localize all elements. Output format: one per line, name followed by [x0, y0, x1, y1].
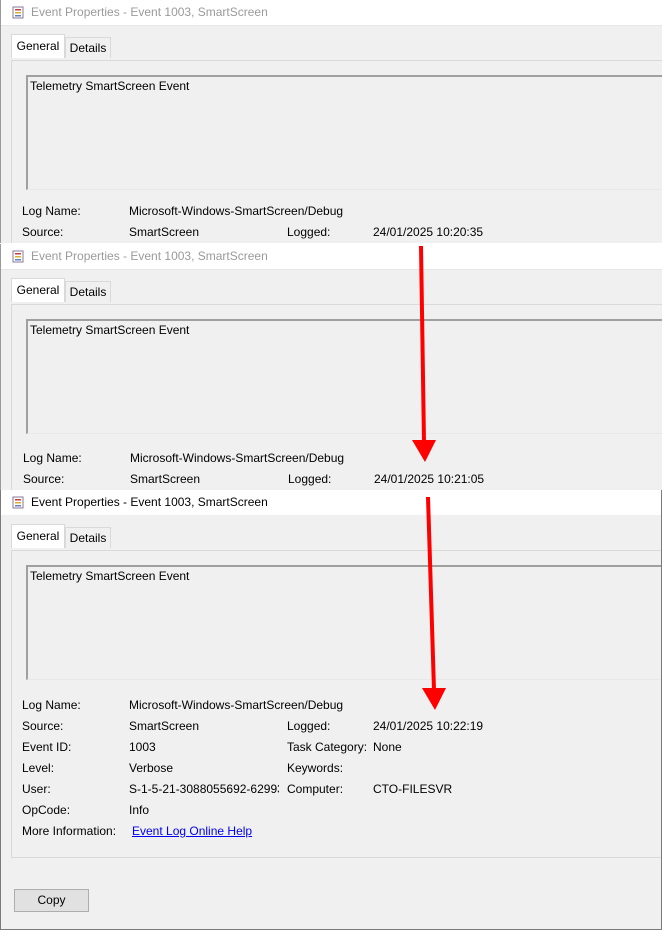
task-category-value: None [373, 740, 402, 754]
title-bar[interactable]: Event Properties - Event 1003, SmartScre… [1, 490, 661, 515]
event-viewer-icon [12, 6, 24, 19]
event-description-box[interactable]: Telemetry SmartScreen Event [26, 565, 661, 680]
log-name-label: Log Name: [23, 451, 82, 465]
source-value: SmartScreen [129, 225, 200, 239]
event-description: Telemetry SmartScreen Event [30, 79, 190, 93]
copy-button[interactable]: Copy [14, 889, 89, 912]
source-value: SmartScreen [130, 472, 201, 486]
log-name-value: Microsoft-Windows-SmartScreen/Debug [129, 698, 344, 712]
computer-value: CTO-FILESVR [373, 782, 453, 796]
event-properties-window-1: Event Properties - Event 1003, SmartScre… [0, 0, 662, 243]
event-id-label: Event ID: [22, 740, 72, 754]
window-title: Event Properties - Event 1003, SmartScre… [31, 5, 268, 19]
level-label: Level: [22, 761, 55, 775]
opcode-label: OpCode: [22, 803, 71, 817]
event-description: Telemetry SmartScreen Event [30, 569, 190, 583]
logged-label: Logged: [288, 472, 332, 486]
user-label: User: [22, 782, 51, 796]
user-value: S-1-5-21-3088055692-629932 [129, 782, 279, 796]
tab-details[interactable]: Details [65, 37, 111, 58]
keywords-label: Keywords: [287, 761, 344, 775]
log-name-value: Microsoft-Windows-SmartScreen/Debug [130, 451, 345, 465]
logged-label: Logged: [287, 719, 331, 733]
event-properties-window-3: Event Properties - Event 1003, SmartScre… [0, 490, 662, 930]
event-viewer-icon [12, 496, 24, 509]
tab-general[interactable]: General [11, 34, 65, 58]
event-description-box[interactable]: Telemetry SmartScreen Event [26, 75, 662, 190]
source-value: SmartScreen [129, 719, 200, 733]
title-bar[interactable]: Event Properties - Event 1003, SmartScre… [1, 0, 662, 26]
log-name-label: Log Name: [22, 698, 81, 712]
event-viewer-icon [12, 250, 24, 263]
event-properties-window-2: Event Properties - Event 1003, SmartScre… [0, 244, 662, 490]
log-name-label: Log Name: [22, 204, 81, 218]
source-label: Source: [22, 225, 64, 239]
logged-value: 24/01/2025 10:20:35 [373, 225, 484, 239]
tab-general[interactable]: General [11, 524, 65, 548]
event-description: Telemetry SmartScreen Event [30, 323, 190, 337]
tab-details[interactable]: Details [65, 281, 111, 302]
logged-label: Logged: [287, 225, 331, 239]
source-label: Source: [23, 472, 65, 486]
window-title: Event Properties - Event 1003, SmartScre… [31, 495, 268, 509]
tab-general[interactable]: General [11, 278, 65, 302]
source-label: Source: [22, 719, 64, 733]
level-value: Verbose [129, 761, 174, 775]
computer-label: Computer: [287, 782, 344, 796]
tab-details[interactable]: Details [65, 527, 111, 548]
logged-value: 24/01/2025 10:22:19 [373, 719, 484, 733]
opcode-value: Info [129, 803, 150, 817]
event-description-box[interactable]: Telemetry SmartScreen Event [26, 319, 662, 434]
window-title: Event Properties - Event 1003, SmartScre… [31, 249, 268, 263]
event-log-online-help-link[interactable]: Event Log Online Help [132, 824, 252, 838]
task-category-label: Task Category: [287, 740, 368, 754]
title-bar[interactable]: Event Properties - Event 1003, SmartScre… [1, 244, 662, 270]
event-id-value: 1003 [129, 740, 156, 754]
more-information-label: More Information: [22, 824, 117, 838]
log-name-value: Microsoft-Windows-SmartScreen/Debug [129, 204, 344, 218]
logged-value: 24/01/2025 10:21:05 [374, 472, 485, 486]
